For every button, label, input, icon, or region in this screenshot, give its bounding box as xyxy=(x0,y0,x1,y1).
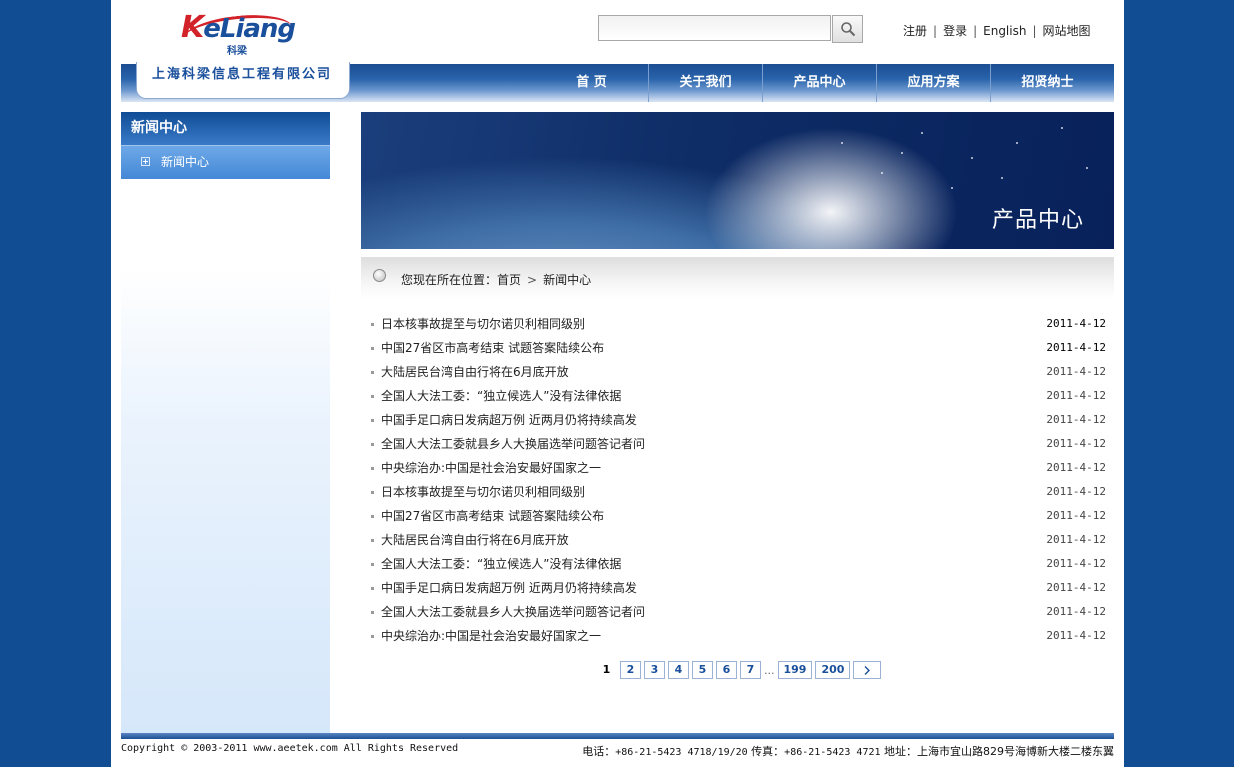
english-link[interactable]: English xyxy=(983,24,1026,38)
sidebar-item-label: 新闻中心 xyxy=(161,155,210,169)
news-date: 2011-4-12 xyxy=(1046,581,1106,594)
news-title[interactable]: 日本核事故提至与切尔诺贝利相同级别 xyxy=(381,485,585,499)
news-item[interactable]: 全国人大法工委：“独立候选人”没有法律依据 2011-4-12 xyxy=(369,552,1106,576)
page-link[interactable]: 4 xyxy=(668,661,689,679)
login-link[interactable]: 登录 xyxy=(943,24,967,38)
banner-title: 产品中心 xyxy=(991,208,1084,233)
page-link[interactable]: 2 xyxy=(620,661,641,679)
sitemap-link[interactable]: 网站地图 xyxy=(1043,24,1091,38)
news-item[interactable]: 中国27省区市高考结束 试题答案陆续公布 2011-4-12 xyxy=(369,504,1106,528)
tel-value: +86-21-5423 4718/19/20 xyxy=(615,747,748,758)
news-item[interactable]: 中国手足口病日发病超万例 近两月仍将持续高发 2011-4-12 xyxy=(369,408,1106,432)
search-icon xyxy=(841,22,856,37)
register-link[interactable]: 注册 xyxy=(903,24,927,38)
page-current: 1 xyxy=(602,663,611,676)
news-title[interactable]: 中央综治办:中国是社会治安最好国家之一 xyxy=(381,629,601,643)
news-date: 2011-4-12 xyxy=(1046,533,1106,546)
news-date: 2011-4-12 xyxy=(1046,629,1106,642)
location-icon xyxy=(373,269,386,282)
news-list: 日本核事故提至与切尔诺贝利相同级别 2011-4-12 中国27省区市高考结束 试题… xyxy=(369,312,1106,648)
news-date: 2011-4-12 xyxy=(1046,461,1106,474)
sidebar: 新闻中心 新闻中心 xyxy=(121,112,330,733)
news-title[interactable]: 中国手足口病日发病超万例 近两月仍将持续高发 xyxy=(381,581,637,595)
news-title[interactable]: 日本核事故提至与切尔诺贝利相同级别 xyxy=(381,317,585,331)
page-link[interactable]: 6 xyxy=(716,661,737,679)
company-name-tab: 上海科梁信息工程有限公司 xyxy=(136,62,350,99)
page-link[interactable]: 199 xyxy=(777,661,813,679)
news-title[interactable]: 中国27省区市高考结束 试题答案陆续公布 xyxy=(381,341,604,355)
page-link[interactable]: 7 xyxy=(740,661,761,679)
news-date: 2011-4-12 xyxy=(1046,341,1106,354)
chevron-right-icon xyxy=(864,666,871,675)
news-item[interactable]: 日本核事故提至与切尔诺贝利相同级别 2011-4-12 xyxy=(369,480,1106,504)
news-title[interactable]: 全国人大法工委：“独立候选人”没有法律依据 xyxy=(381,389,621,403)
page-link[interactable]: 3 xyxy=(644,661,665,679)
banner: 产品中心 xyxy=(361,112,1114,249)
tel-label: 电话： xyxy=(582,745,616,758)
copyright: Copyright © 2003-2011 www.aeetek.com All… xyxy=(121,743,459,754)
breadcrumb-bar: 您现在所在位置：首页 > 新闻中心 xyxy=(361,257,1114,299)
news-date: 2011-4-12 xyxy=(1046,485,1106,498)
news-date: 2011-4-12 xyxy=(1046,413,1106,426)
fax-value: +86-21-5423 4721 xyxy=(784,747,881,758)
news-title[interactable]: 中国手足口病日发病超万例 近两月仍将持续高发 xyxy=(381,413,637,427)
nav-item-careers[interactable]: 招贤纳士 xyxy=(990,64,1104,102)
search-input[interactable] xyxy=(598,15,831,41)
top-links: 注册 | 登录 | English | 网站地图 xyxy=(903,24,1091,38)
news-title[interactable]: 中央综治办:中国是社会治安最好国家之一 xyxy=(381,461,601,475)
news-date: 2011-4-12 xyxy=(1046,437,1106,450)
news-title[interactable]: 中国27省区市高考结束 试题答案陆续公布 xyxy=(381,509,604,523)
breadcrumb-current: 新闻中心 xyxy=(543,273,592,287)
news-title[interactable]: 全国人大法工委就县乡人大换届选举问题答记者问 xyxy=(381,605,645,619)
nav-item-home[interactable]: 首 页 xyxy=(535,64,648,102)
news-date: 2011-4-12 xyxy=(1046,557,1106,570)
page-link[interactable]: 5 xyxy=(692,661,713,679)
chevron-right-icon: > xyxy=(527,273,538,287)
page: KeLiang 科梁 注册 | 登录 | English | 网站地图 首 页 关于我们 产… xyxy=(111,0,1124,767)
news-item[interactable]: 大陆居民台湾自由行将在6月底开放 2011-4-12 xyxy=(369,528,1106,552)
news-item[interactable]: 全国人大法工委就县乡人大换届选举问题答记者问 2011-4-12 xyxy=(369,600,1106,624)
breadcrumb: 您现在所在位置：首页 > 新闻中心 xyxy=(401,271,591,288)
plus-icon xyxy=(141,157,150,166)
news-date: 2011-4-12 xyxy=(1046,605,1106,618)
news-date: 2011-4-12 xyxy=(1046,365,1106,378)
breadcrumb-home[interactable]: 首页 xyxy=(497,273,521,287)
news-title[interactable]: 全国人大法工委：“独立候选人”没有法律依据 xyxy=(381,557,621,571)
logo[interactable]: KeLiang 科梁 xyxy=(181,10,301,62)
news-item[interactable]: 中央综治办:中国是社会治安最好国家之一 2011-4-12 xyxy=(369,456,1106,480)
news-item[interactable]: 大陆居民台湾自由行将在6月底开放 2011-4-12 xyxy=(369,360,1106,384)
sidebar-title: 新闻中心 xyxy=(121,112,330,145)
news-title[interactable]: 全国人大法工委就县乡人大换届选举问题答记者问 xyxy=(381,437,645,451)
news-item[interactable]: 中国27省区市高考结束 试题答案陆续公布 2011-4-12 xyxy=(369,336,1106,360)
news-date: 2011-4-12 xyxy=(1046,389,1106,402)
address-value: 上海市宜山路829号海博新大楼二楼东翼 xyxy=(917,745,1114,758)
nav-item-solutions[interactable]: 应用方案 xyxy=(876,64,990,102)
main-nav: 首 页 关于我们 产品中心 应用方案 招贤纳士 xyxy=(535,64,1104,102)
company-name: 上海科梁信息工程有限公司 xyxy=(152,67,333,82)
logo-brand: KeLiang xyxy=(181,10,296,45)
news-date: 2011-4-12 xyxy=(1046,317,1106,330)
breadcrumb-prefix: 您现在所在位置： xyxy=(401,273,498,287)
page-link[interactable]: 200 xyxy=(815,661,851,679)
footer-divider xyxy=(121,733,1114,739)
news-item[interactable]: 全国人大法工委就县乡人大换届选举问题答记者问 2011-4-12 xyxy=(369,432,1106,456)
page-ellipsis: ... xyxy=(764,663,775,677)
news-date: 2011-4-12 xyxy=(1046,509,1106,522)
nav-item-about[interactable]: 关于我们 xyxy=(648,64,762,102)
sidebar-item-news[interactable]: 新闻中心 xyxy=(121,145,330,179)
news-title[interactable]: 大陆居民台湾自由行将在6月底开放 xyxy=(381,365,569,379)
next-page-button[interactable] xyxy=(853,661,882,679)
pagination: 1 2 3 4 5 6 7 ... 199 200 xyxy=(596,661,884,679)
news-item[interactable]: 中央综治办:中国是社会治安最好国家之一 2011-4-12 xyxy=(369,624,1106,648)
search-button[interactable] xyxy=(832,15,863,43)
news-item[interactable]: 中国手足口病日发病超万例 近两月仍将持续高发 2011-4-12 xyxy=(369,576,1106,600)
fax-label: 传真： xyxy=(751,745,785,758)
contact-info: 电话：+86-21-5423 4718/19/20 传真：+86-21-5423… xyxy=(582,743,1114,759)
news-title[interactable]: 大陆居民台湾自由行将在6月底开放 xyxy=(381,533,569,547)
nav-item-products[interactable]: 产品中心 xyxy=(762,64,876,102)
logo-sub: 科梁 xyxy=(227,46,247,57)
news-item[interactable]: 全国人大法工委：“独立候选人”没有法律依据 2011-4-12 xyxy=(369,384,1106,408)
address-label: 地址： xyxy=(884,745,917,758)
news-item[interactable]: 日本核事故提至与切尔诺贝利相同级别 2011-4-12 xyxy=(369,312,1106,336)
